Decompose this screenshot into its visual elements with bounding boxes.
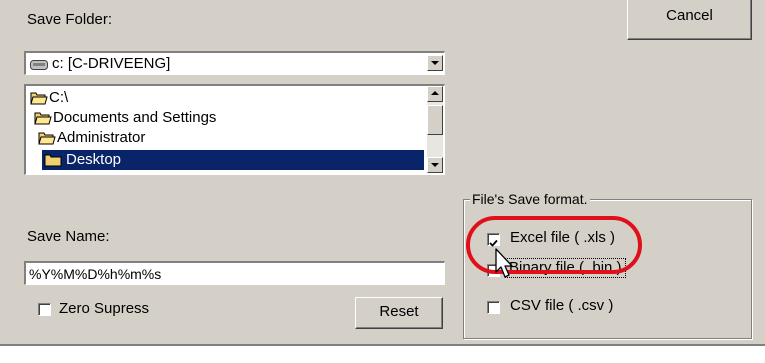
- reset-button[interactable]: Reset: [355, 297, 443, 329]
- folder-tree[interactable]: C:\ Documents and Settings Administrator…: [24, 84, 445, 175]
- save-format-title: File's Save format.: [470, 190, 590, 208]
- csv-option-label: CSV file ( .csv ): [510, 297, 614, 314]
- drive-dropdown-button[interactable]: [427, 55, 443, 71]
- scroll-down-button[interactable]: [427, 157, 443, 173]
- zero-supress-checkbox[interactable]: [38, 303, 51, 316]
- dialog-bottom-edge: [0, 344, 765, 346]
- cancel-button[interactable]: Cancel: [627, 0, 752, 40]
- open-folder-icon: [38, 131, 56, 151]
- save-name-label: Save Name:: [27, 228, 110, 245]
- chevron-down-icon: [431, 163, 439, 167]
- open-folder-icon: [30, 91, 48, 111]
- drive-icon: [30, 58, 48, 75]
- scroll-up-button[interactable]: [427, 86, 443, 102]
- csv-checkbox[interactable]: [487, 301, 500, 314]
- folder-icon: [44, 153, 62, 173]
- chevron-down-icon: [431, 61, 439, 65]
- drive-select-value: c: [C-DRIVEENG]: [52, 55, 171, 72]
- highlight-circle: [466, 216, 642, 274]
- tree-scrollbar[interactable]: [427, 86, 443, 173]
- tree-item-desktop[interactable]: Desktop: [42, 150, 424, 170]
- save-dialog: Save Folder: c: [C-DRIVEENG] C:\ Documen…: [0, 0, 765, 344]
- chevron-up-icon: [431, 91, 439, 95]
- scroll-thumb[interactable]: [427, 105, 443, 135]
- zero-supress-label: Zero Supress: [59, 300, 150, 317]
- save-folder-label: Save Folder:: [27, 11, 113, 28]
- mouse-cursor-icon: [495, 248, 513, 278]
- save-name-value: %Y%M%D%h%m%s: [29, 266, 162, 282]
- save-name-input[interactable]: %Y%M%D%h%m%s: [24, 261, 445, 285]
- open-folder-icon: [34, 111, 52, 131]
- drive-select[interactable]: c: [C-DRIVEENG]: [24, 51, 445, 75]
